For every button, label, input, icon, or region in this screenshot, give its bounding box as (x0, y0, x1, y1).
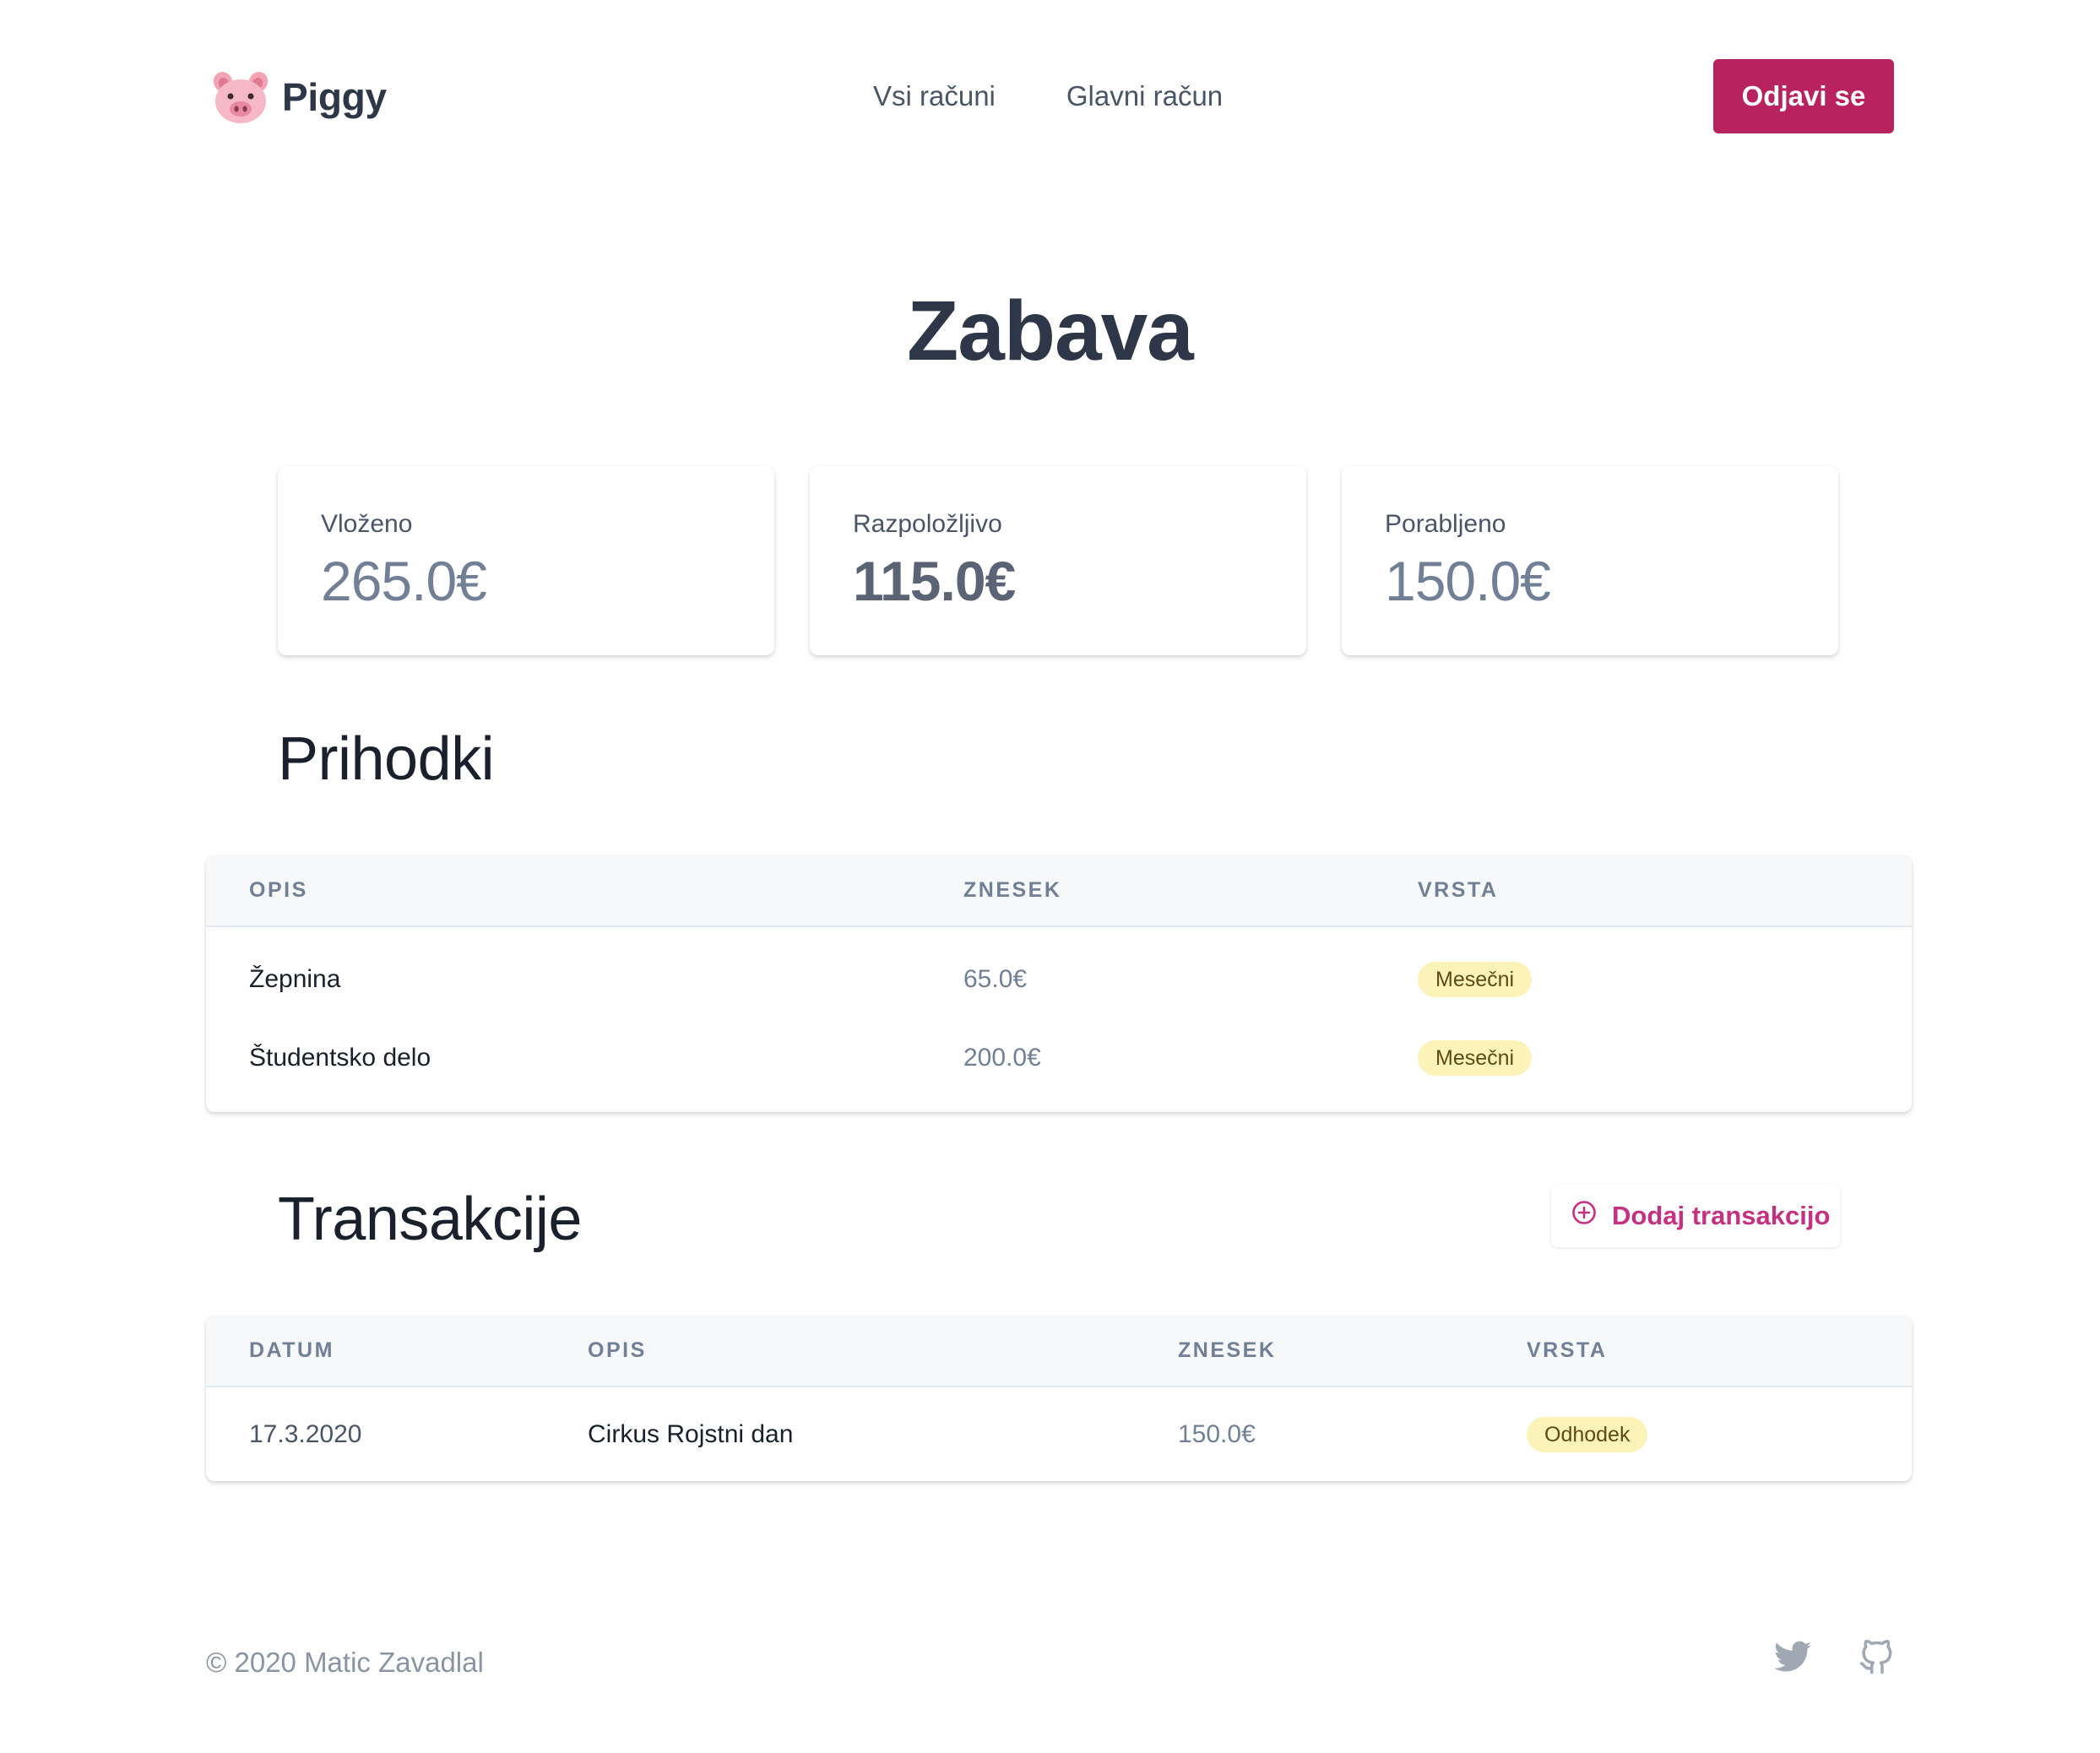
table-row: Študentsko delo 200.0€ Mesečni (206, 1021, 1912, 1112)
type-badge: Odhodek (1527, 1416, 1648, 1452)
cell-opis: Cirkus Rojstni dan (588, 1419, 794, 1448)
nav-item-main-account[interactable]: Glavni račun (1066, 78, 1223, 115)
income-table: OPIS ZNESEK VRSTA Žepnina 65.0€ Mesečni … (206, 855, 1912, 1112)
table-row: 17.3.2020 Cirkus Rojstni dan 150.0€ Odho… (206, 1387, 1912, 1481)
column-header-vrsta: VRSTA (1484, 1316, 1912, 1387)
github-icon[interactable] (1859, 1640, 1894, 1675)
column-header-znesek: ZNESEK (920, 855, 1375, 927)
column-header-datum: DATUM (206, 1316, 545, 1387)
stat-card-available: Razpoložljivo 115.0€ (810, 466, 1306, 655)
cell-opis: Študentsko delo (249, 1044, 431, 1072)
table-row: Žepnina 65.0€ Mesečni (206, 926, 1912, 1021)
table-header-row: OPIS ZNESEK VRSTA (206, 855, 1912, 927)
page-title: Zabava (907, 284, 1194, 378)
cell-znesek: 200.0€ (963, 1044, 1041, 1072)
cell-vrsta: Mesečni (1375, 1021, 1912, 1112)
add-transaction-label: Dodaj transakcijo (1612, 1201, 1831, 1230)
cell-znesek: 65.0€ (963, 964, 1028, 993)
column-header-vrsta: VRSTA (1375, 855, 1912, 927)
logout-button[interactable]: Odjavi se (1713, 59, 1894, 133)
footer-copyright: © 2020 Matic Zavadlal (206, 1647, 484, 1678)
type-badge: Mesečni (1418, 1040, 1533, 1076)
type-badge: Mesečni (1418, 961, 1533, 997)
table-header-row: DATUM OPIS ZNESEK VRSTA (206, 1316, 1912, 1387)
logo-link[interactable]: Piggy (211, 68, 387, 127)
main-nav: Vsi računi Glavni račun (873, 78, 1223, 115)
column-header-opis: OPIS (545, 1316, 1135, 1387)
stat-card-deposited: Vloženo 265.0€ (278, 466, 774, 655)
cell-znesek: 150.0€ (1178, 1419, 1256, 1448)
footer-social-links (1774, 1640, 1894, 1675)
stat-value: 115.0€ (853, 550, 1016, 612)
header: Piggy Vsi računi Glavni račun Odjavi se (206, 59, 1894, 133)
cell-vrsta: Mesečni (1375, 926, 1912, 1021)
transactions-title: Transakcije (278, 1186, 582, 1253)
cell-opis: Žepnina (249, 964, 341, 993)
stat-value: 150.0€ (1385, 550, 1551, 612)
add-transaction-button[interactable]: Dodaj transakcijo (1551, 1185, 1840, 1247)
income-title: Prihodki (278, 725, 495, 793)
stat-card-spent: Porabljeno 150.0€ (1342, 466, 1838, 655)
stat-label: Porabljeno (1385, 510, 1506, 538)
column-header-opis: OPIS (206, 855, 920, 927)
logo-text: Piggy (282, 75, 387, 119)
stat-label: Vloženo (321, 510, 413, 538)
stat-label: Razpoložljivo (853, 510, 1002, 538)
cell-datum: 17.3.2020 (249, 1419, 362, 1448)
column-header-znesek: ZNESEK (1135, 1316, 1484, 1387)
stat-value: 265.0€ (321, 550, 487, 612)
nav-item-all-accounts[interactable]: Vsi računi (873, 78, 996, 115)
page: Piggy Vsi računi Glavni račun Odjavi se … (0, 0, 2100, 1753)
twitter-icon[interactable] (1774, 1640, 1811, 1675)
cell-vrsta: Odhodek (1484, 1387, 1912, 1481)
plus-circle-icon (1571, 1200, 1597, 1232)
pig-icon (211, 69, 270, 125)
transactions-table: DATUM OPIS ZNESEK VRSTA 17.3.2020 Cirkus… (206, 1316, 1912, 1481)
